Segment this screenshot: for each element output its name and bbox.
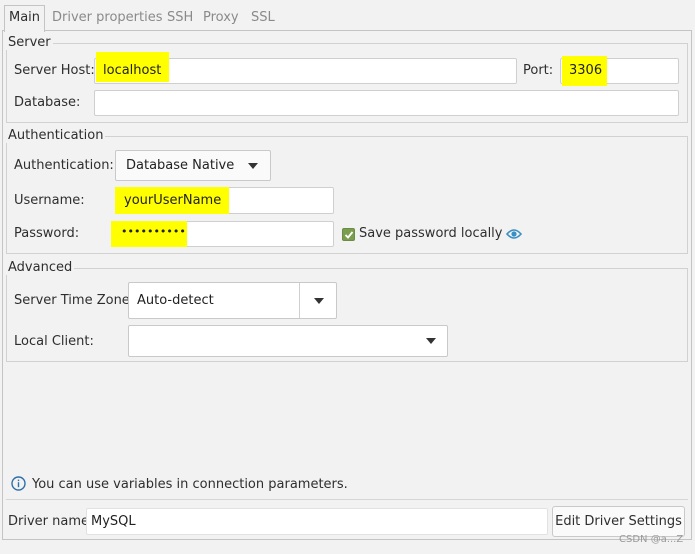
database-label: Database: bbox=[14, 95, 81, 110]
tab-ssh[interactable]: SSH bbox=[167, 6, 193, 30]
driver-name-label: Driver name: bbox=[8, 514, 94, 529]
server-host-label: Server Host: bbox=[14, 63, 95, 78]
timezone-value: Auto-detect bbox=[137, 293, 214, 308]
database-input[interactable] bbox=[94, 90, 679, 116]
authentication-value: Database Native bbox=[126, 158, 235, 173]
password-label: Password: bbox=[14, 226, 80, 241]
driver-name-field bbox=[86, 508, 548, 535]
timezone-divider bbox=[299, 283, 300, 318]
authentication-group-title: Authentication bbox=[6, 128, 106, 143]
checkmark-icon bbox=[344, 231, 354, 239]
separator bbox=[6, 499, 688, 500]
save-password-checkbox[interactable] bbox=[342, 228, 355, 241]
info-text: You can use variables in connection para… bbox=[32, 477, 348, 492]
tab-ssl[interactable]: SSL bbox=[251, 6, 275, 30]
driver-name-value: MySQL bbox=[91, 514, 136, 529]
tab-main[interactable]: Main bbox=[4, 5, 46, 32]
watermark: CSDN @a...Z bbox=[619, 534, 684, 545]
local-client-label: Local Client: bbox=[14, 334, 94, 349]
timezone-label: Server Time Zone: bbox=[14, 293, 135, 308]
advanced-group-title: Advanced bbox=[6, 260, 75, 275]
username-label: Username: bbox=[14, 193, 85, 208]
port-label: Port: bbox=[523, 63, 554, 78]
edit-driver-settings-button[interactable]: Edit Driver Settings bbox=[552, 506, 685, 537]
local-client-dropdown[interactable] bbox=[128, 325, 448, 357]
info-icon bbox=[11, 476, 26, 491]
tab-proxy[interactable]: Proxy bbox=[203, 6, 239, 30]
password-value: •••••••••• bbox=[121, 225, 186, 238]
server-host-value: localhost bbox=[103, 63, 162, 78]
eye-icon[interactable] bbox=[505, 227, 523, 241]
username-value: yourUserName bbox=[124, 193, 222, 208]
authentication-label: Authentication: bbox=[14, 158, 114, 173]
port-value: 3306 bbox=[569, 63, 603, 78]
chevron-down-icon bbox=[314, 298, 324, 304]
server-group-title: Server bbox=[6, 35, 53, 50]
tab-driver-properties[interactable]: Driver properties bbox=[52, 6, 162, 30]
chevron-down-icon bbox=[426, 338, 436, 344]
chevron-down-icon bbox=[248, 163, 258, 169]
save-password-label: Save password locally bbox=[359, 226, 503, 241]
